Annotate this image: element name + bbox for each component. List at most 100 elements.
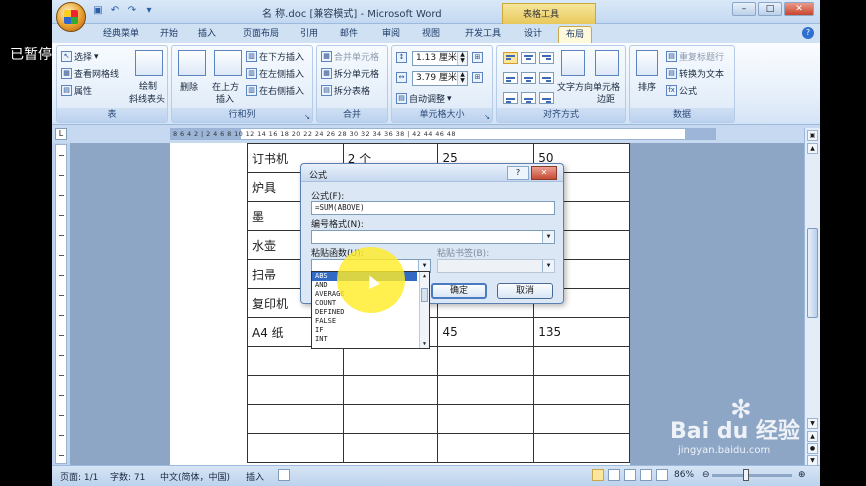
tab-developer[interactable]: 开发工具 (456, 26, 510, 43)
dialog-close-button[interactable]: ✕ (531, 166, 557, 180)
tab-references[interactable]: 引用 (292, 26, 326, 43)
view-gridlines-button[interactable]: ▦ 查看网格线 (61, 67, 119, 80)
outline-view-icon[interactable] (640, 469, 652, 481)
language-indicator[interactable]: 中文(简体，中国) (160, 470, 230, 483)
dialog-launcher-icon[interactable]: ↘ (484, 110, 490, 124)
table-cell[interactable] (247, 346, 344, 376)
qat-customize-icon[interactable]: ▾ (143, 5, 155, 17)
zoom-out-icon[interactable]: ⊖ (702, 470, 710, 480)
insert-left-button[interactable]: ▥ 在左侧插入 (246, 67, 304, 80)
table-cell[interactable] (437, 404, 535, 434)
align-middle-left-icon[interactable] (503, 72, 518, 84)
merge-cells-button[interactable]: ▦ 合并单元格 (321, 50, 379, 63)
align-top-center-icon[interactable] (521, 52, 536, 64)
table-cell[interactable] (437, 433, 535, 463)
word-count[interactable]: 字数: 71 (110, 470, 145, 483)
office-button[interactable] (56, 2, 86, 32)
redo-icon[interactable]: ↷ (126, 5, 138, 17)
table-cell[interactable] (247, 404, 344, 434)
table-cell[interactable] (533, 375, 630, 405)
table-cell[interactable] (437, 346, 535, 376)
autofit-button[interactable]: ▤ 自动调整 ▾ (396, 92, 452, 105)
horizontal-ruler[interactable]: 8 6 4 2 | 2 4 6 8 10 12 14 16 18 20 22 2… (170, 128, 716, 140)
table-cell[interactable] (533, 346, 630, 376)
ok-button[interactable]: 确定 (431, 283, 487, 299)
table-cell[interactable] (247, 375, 344, 405)
cell-margins-icon[interactable] (595, 50, 619, 76)
cancel-button[interactable]: 取消 (497, 283, 553, 299)
split-cells-button[interactable]: ▦ 拆分单元格 (321, 67, 379, 80)
tab-design[interactable]: 设计 (516, 26, 550, 43)
tab-insert[interactable]: 插入 (190, 26, 224, 43)
function-list-scroll-thumb[interactable] (421, 288, 428, 302)
insert-above-icon[interactable] (214, 50, 242, 76)
tab-home[interactable]: 开始 (152, 26, 186, 43)
page-count[interactable]: 页面: 1/1 (60, 470, 98, 483)
vertical-ruler[interactable] (55, 144, 67, 464)
tab-classic-menu[interactable]: 经典菜单 (90, 26, 152, 43)
tab-selector-button[interactable]: L (55, 128, 67, 140)
draft-view-icon[interactable] (656, 469, 668, 481)
zoom-level[interactable]: 86% (674, 470, 694, 480)
dialog-launcher-icon[interactable]: ↘ (304, 110, 310, 124)
table-cell[interactable] (342, 346, 439, 376)
delete-table-icon[interactable] (178, 50, 206, 76)
number-format-select[interactable]: ▼ (311, 230, 555, 244)
formula-input[interactable]: =SUM(ABOVE) (311, 201, 555, 215)
function-item-int[interactable]: INT (312, 335, 417, 344)
tab-review[interactable]: 审阅 (374, 26, 408, 43)
scroll-thumb[interactable] (807, 228, 818, 318)
zoom-slider[interactable] (712, 474, 792, 477)
align-top-right-icon[interactable] (539, 52, 554, 64)
web-layout-icon[interactable] (624, 469, 636, 481)
split-table-button[interactable]: ▤ 拆分表格 (321, 84, 370, 97)
row-height-spinner[interactable]: ▲ ▼ (457, 52, 467, 65)
align-middle-center-icon[interactable] (521, 72, 536, 84)
chevron-down-icon[interactable]: ▼ (542, 231, 554, 243)
function-item-false[interactable]: FALSE (312, 317, 417, 326)
distribute-rows-icon[interactable]: ⊞ (472, 52, 483, 63)
scroll-up-icon[interactable]: ▲ (420, 272, 429, 280)
table-cell[interactable]: 135 (533, 317, 630, 347)
text-direction-icon[interactable] (561, 50, 585, 76)
align-bottom-left-icon[interactable] (503, 92, 518, 104)
properties-button[interactable]: ▤ 属性 (61, 84, 92, 97)
select-button[interactable]: ↖ 选择 ▾ (61, 50, 99, 63)
minimize-button[interactable]: – (732, 2, 756, 16)
scroll-up-button[interactable]: ▲ (807, 143, 818, 154)
align-bottom-right-icon[interactable] (539, 92, 554, 104)
table-cell[interactable] (533, 404, 630, 434)
table-cell[interactable]: 45 (437, 317, 535, 347)
undo-icon[interactable]: ↶ (109, 5, 121, 17)
tab-view[interactable]: 视图 (414, 26, 448, 43)
convert-to-text-button[interactable]: ▤ 转换为文本 (666, 67, 724, 80)
draw-diagonal-icon[interactable] (135, 50, 163, 76)
align-middle-right-icon[interactable] (539, 72, 554, 84)
save-icon[interactable]: ▣ (92, 5, 104, 17)
table-cell[interactable] (342, 433, 439, 463)
chevron-down-icon[interactable]: ▼ (542, 260, 554, 272)
column-width-spinner[interactable]: ▲ ▼ (457, 72, 467, 85)
ruler-toggle-icon[interactable]: ▣ (807, 130, 818, 141)
tab-page-layout[interactable]: 页面布局 (230, 26, 292, 43)
macro-record-icon[interactable] (278, 469, 290, 481)
table-cell[interactable] (342, 404, 439, 434)
dialog-help-button[interactable]: ? (507, 166, 529, 180)
insert-mode-indicator[interactable]: 插入 (246, 470, 264, 483)
function-item-if[interactable]: IF (312, 326, 417, 335)
close-button[interactable]: ✕ (784, 2, 814, 16)
align-bottom-center-icon[interactable] (521, 92, 536, 104)
tab-layout[interactable]: 布局 (558, 26, 592, 43)
sort-icon[interactable] (636, 50, 658, 76)
scroll-down-icon[interactable]: ▼ (420, 340, 429, 348)
repeat-header-button[interactable]: ▤ 重复标题行 (666, 50, 724, 63)
distribute-columns-icon[interactable]: ⊞ (472, 72, 483, 83)
zoom-in-icon[interactable]: ⊕ (798, 470, 806, 480)
row-height-field[interactable]: 1.13 厘米 ▲ ▼ (412, 51, 468, 66)
zoom-slider-knob[interactable] (743, 469, 750, 481)
function-list-scrollbar[interactable]: ▲ ▼ (419, 272, 429, 348)
help-icon[interactable]: ? (802, 27, 814, 39)
paste-bookmark-select[interactable]: ▼ (437, 259, 555, 273)
insert-right-button[interactable]: ▥ 在右侧插入 (246, 84, 304, 97)
table-cell[interactable] (533, 433, 630, 463)
